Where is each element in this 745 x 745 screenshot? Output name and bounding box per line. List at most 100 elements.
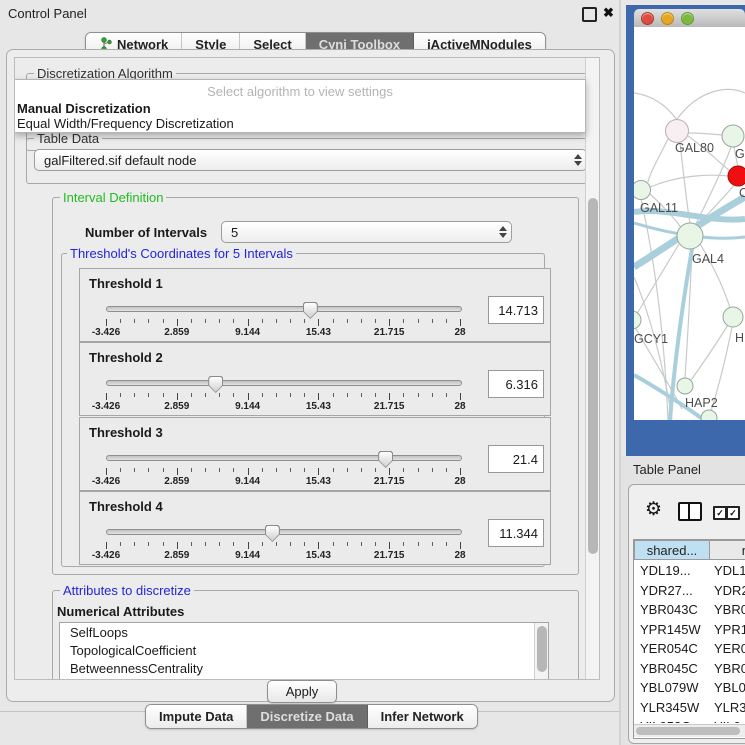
thresholds-group-title: Threshold's Coordinates for 5 Intervals — [67, 247, 296, 260]
list-scrollbar-thumb[interactable] — [537, 626, 547, 672]
tab-infer-network[interactable]: Infer Network — [368, 705, 477, 728]
column-header-name[interactable]: na — [709, 540, 745, 560]
table-row[interactable]: YIL052CYIL0... — [634, 717, 745, 723]
table-row[interactable]: YBL079WYBL0... — [634, 678, 745, 698]
slider-tick — [205, 393, 206, 397]
slider-tick-label: 9.144 — [235, 327, 260, 338]
node-gal80[interactable] — [666, 120, 689, 143]
table-row[interactable]: YBR043CYBR0... — [634, 600, 745, 620]
zoom-traffic-light-icon[interactable] — [681, 12, 694, 25]
float-panel-icon[interactable] — [582, 7, 597, 22]
slider-tick — [361, 393, 362, 397]
list-scrollbar-track[interactable] — [534, 623, 548, 680]
hscrollbar-track[interactable] — [634, 724, 745, 737]
network-window-titlebar[interactable] — [634, 9, 745, 28]
algorithm-option-manual[interactable]: Manual Discretization — [17, 101, 151, 116]
table-row[interactable]: YDL19...YDL1... — [634, 561, 745, 581]
cell-shared-name: YER054C — [640, 639, 698, 658]
slider-tick — [446, 393, 447, 397]
slider-tick — [432, 319, 433, 323]
number-of-intervals-combobox[interactable]: 5 — [221, 221, 512, 243]
tab-discretize-data[interactable]: Discretize Data — [247, 705, 367, 728]
slider-tick — [106, 319, 107, 326]
cell-name: YLR3... — [714, 698, 745, 717]
threshold-3-slider-thumb[interactable] — [378, 451, 393, 468]
slider-tick — [219, 393, 220, 397]
slider-tick — [191, 319, 192, 323]
column-header-shared-name[interactable]: shared... — [634, 540, 710, 560]
slider-tick — [347, 319, 348, 323]
node-top-right[interactable] — [722, 125, 744, 147]
threshold-1-slider-thumb[interactable] — [303, 302, 318, 319]
checkbox-checked-icon[interactable]: ✓ — [713, 506, 727, 520]
threshold-1-value-field[interactable]: 14.713 — [488, 296, 544, 324]
node-table: shared... na YDL19...YDL1...YDR27...YDR2… — [633, 539, 745, 739]
node-h[interactable] — [723, 307, 743, 327]
threshold-2-slider-thumb[interactable] — [208, 376, 223, 393]
gear-icon[interactable]: ⚙ — [645, 500, 662, 519]
algorithm-popup-prompt: Select algorithm to view settings — [15, 84, 585, 99]
close-panel-icon[interactable]: ✖ — [603, 7, 614, 18]
table-row[interactable]: YDR27...YDR2... — [634, 581, 745, 601]
tab-impute-data[interactable]: Impute Data — [146, 705, 247, 728]
attribute-list-item[interactable]: TopologicalCoefficient — [60, 641, 548, 659]
slider-tick — [191, 542, 192, 546]
close-traffic-light-icon[interactable] — [641, 12, 654, 25]
attribute-list-item[interactable]: BetweennessCentrality — [60, 659, 548, 677]
node-hap2[interactable] — [677, 378, 693, 394]
table-panel-title: Table Panel — [633, 462, 701, 477]
slider-tick-label: 28 — [454, 550, 465, 561]
number-of-intervals-label: Number of Intervals — [85, 225, 207, 240]
slider-tick-label: -3.426 — [92, 327, 120, 338]
table-row[interactable]: YBR045CYBR0... — [634, 659, 745, 679]
checkbox-checked-icon[interactable]: ✓ — [726, 506, 740, 520]
threshold-4-value-field[interactable]: 11.344 — [488, 519, 544, 547]
slider-tick — [290, 393, 291, 397]
table-row[interactable]: YPR145WYPR1... — [634, 620, 745, 640]
threshold-3-box: Threshold 3 -3.4262.8599.14415.4321.7152… — [79, 417, 551, 491]
threshold-2-value-field[interactable]: 6.316 — [488, 370, 544, 398]
slider-tick — [333, 319, 334, 323]
threshold-3-value-field[interactable]: 21.4 — [488, 445, 544, 473]
slider-tick — [318, 319, 319, 326]
node-gal4[interactable] — [677, 223, 703, 249]
slider-tick — [248, 319, 249, 326]
slider-tick — [233, 542, 234, 546]
apply-button[interactable]: Apply — [267, 680, 337, 703]
slider-tick — [418, 319, 419, 323]
node-gcy1[interactable] — [634, 311, 641, 329]
slider-tick — [318, 393, 319, 400]
slider-tick-label: 21.715 — [374, 401, 405, 412]
slider-tick — [389, 393, 390, 400]
slider-tick-label: 9.144 — [235, 550, 260, 561]
slider-tick — [120, 393, 121, 397]
table-row[interactable]: YER054CYER0... — [634, 639, 745, 659]
table-data-combobox[interactable]: galFiltered.sif default node — [34, 149, 587, 171]
slider-tick — [375, 319, 376, 323]
numerical-attributes-list[interactable]: SelfLoopsTopologicalCoefficientBetweenne… — [59, 622, 549, 680]
node-red-selected[interactable] — [728, 166, 745, 186]
threshold-4-slider-thumb[interactable] — [265, 525, 280, 542]
minimize-traffic-light-icon[interactable] — [661, 12, 674, 25]
node-bottom-partial[interactable] — [701, 410, 717, 420]
network-canvas[interactable]: GAL80 G C GAL11 GAL4 GCY1 H HAP2 — [634, 27, 745, 420]
slider-tick — [148, 393, 149, 397]
cell-name: YBL0... — [714, 678, 745, 697]
table-row[interactable]: YLR345WYLR3... — [634, 698, 745, 718]
algorithm-option-equal-width[interactable]: Equal Width/Frequency Discretization — [17, 116, 234, 131]
node-gal11[interactable] — [634, 181, 651, 200]
slider-tick — [460, 542, 461, 549]
panel-scrollbar-thumb[interactable] — [588, 198, 598, 554]
slider-tick-label: -3.426 — [92, 401, 120, 412]
slider-tick — [163, 319, 164, 323]
threshold-4-box: Threshold 4 -3.4262.8599.14415.4321.7152… — [79, 491, 551, 565]
slider-tick — [333, 542, 334, 546]
hscrollbar-thumb[interactable] — [636, 727, 740, 735]
slider-tick — [403, 319, 404, 323]
panel-scrollbar-track[interactable] — [585, 58, 599, 679]
slider-tick — [276, 319, 277, 323]
attribute-list-item[interactable]: SelfLoops — [60, 623, 548, 641]
split-columns-icon[interactable] — [678, 502, 702, 521]
slider-tick — [318, 468, 319, 475]
slider-tick — [177, 468, 178, 475]
